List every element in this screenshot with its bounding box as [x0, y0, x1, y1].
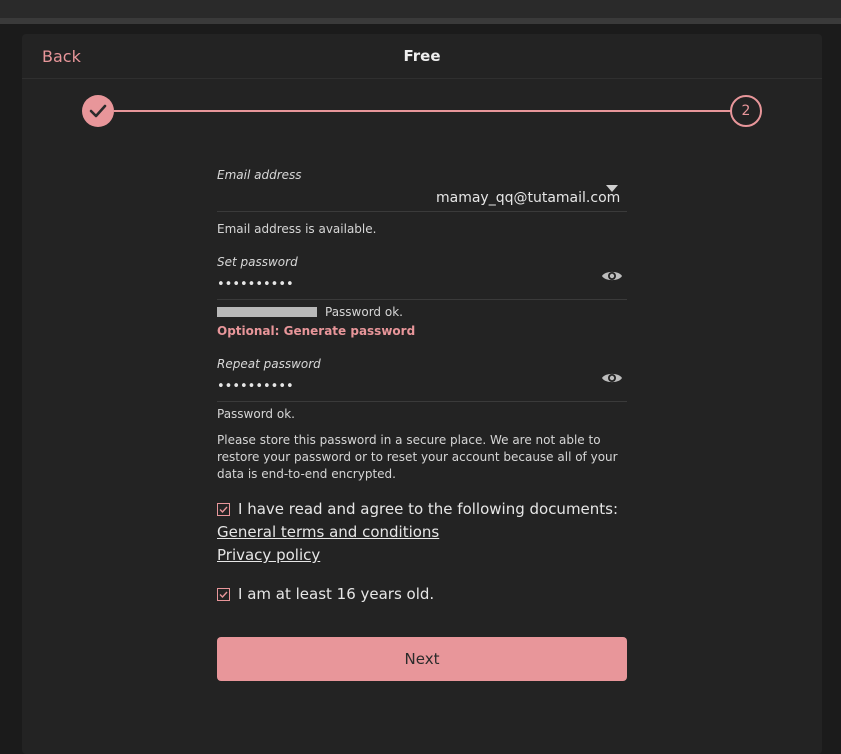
- password-strength-bar: [217, 307, 317, 317]
- checkbox-checked-icon: [219, 506, 228, 514]
- age-checkbox[interactable]: [217, 588, 230, 601]
- step-2-current: 2: [730, 95, 762, 127]
- repeat-password-status: Password ok.: [217, 407, 295, 421]
- password-label: Set password: [217, 255, 298, 269]
- window-top-bar: [0, 0, 841, 18]
- email-field[interactable]: mamay_qq@tutamail.com: [436, 190, 620, 206]
- password-status: Password ok.: [325, 305, 403, 319]
- chevron-down-icon[interactable]: [606, 185, 618, 192]
- password-field[interactable]: ••••••••••: [217, 277, 294, 292]
- repeat-password-field[interactable]: ••••••••••: [217, 379, 294, 394]
- eye-icon[interactable]: [600, 264, 624, 288]
- checkbox-checked-icon: [219, 591, 228, 599]
- terms-checkbox-label: I have read and agree to the following d…: [238, 500, 619, 518]
- checkmark-icon: [89, 104, 107, 118]
- signup-panel: Back Free 2 Email address mamay_qq@tutam…: [22, 34, 822, 754]
- password-underline: [217, 299, 627, 300]
- terms-checkbox[interactable]: [217, 503, 230, 516]
- terms-link[interactable]: General terms and conditions: [217, 523, 439, 541]
- eye-icon[interactable]: [600, 366, 624, 390]
- step-1-complete: [82, 95, 114, 127]
- header: Back Free: [22, 34, 822, 79]
- generate-password-link[interactable]: Optional: Generate password: [217, 324, 415, 338]
- email-status: Email address is available.: [217, 222, 377, 236]
- privacy-link[interactable]: Privacy policy: [217, 546, 320, 564]
- stepper-progress-line: [114, 110, 732, 112]
- email-underline: [217, 211, 627, 212]
- password-notice: Please store this password in a secure p…: [217, 433, 618, 481]
- page-title: Free: [403, 47, 441, 65]
- next-button[interactable]: Next: [217, 637, 627, 681]
- window-top-divider: [0, 18, 841, 24]
- repeat-password-label: Repeat password: [217, 357, 321, 371]
- age-checkbox-label: I am at least 16 years old.: [238, 585, 435, 603]
- email-label: Email address: [217, 168, 302, 182]
- repeat-password-underline: [217, 401, 627, 402]
